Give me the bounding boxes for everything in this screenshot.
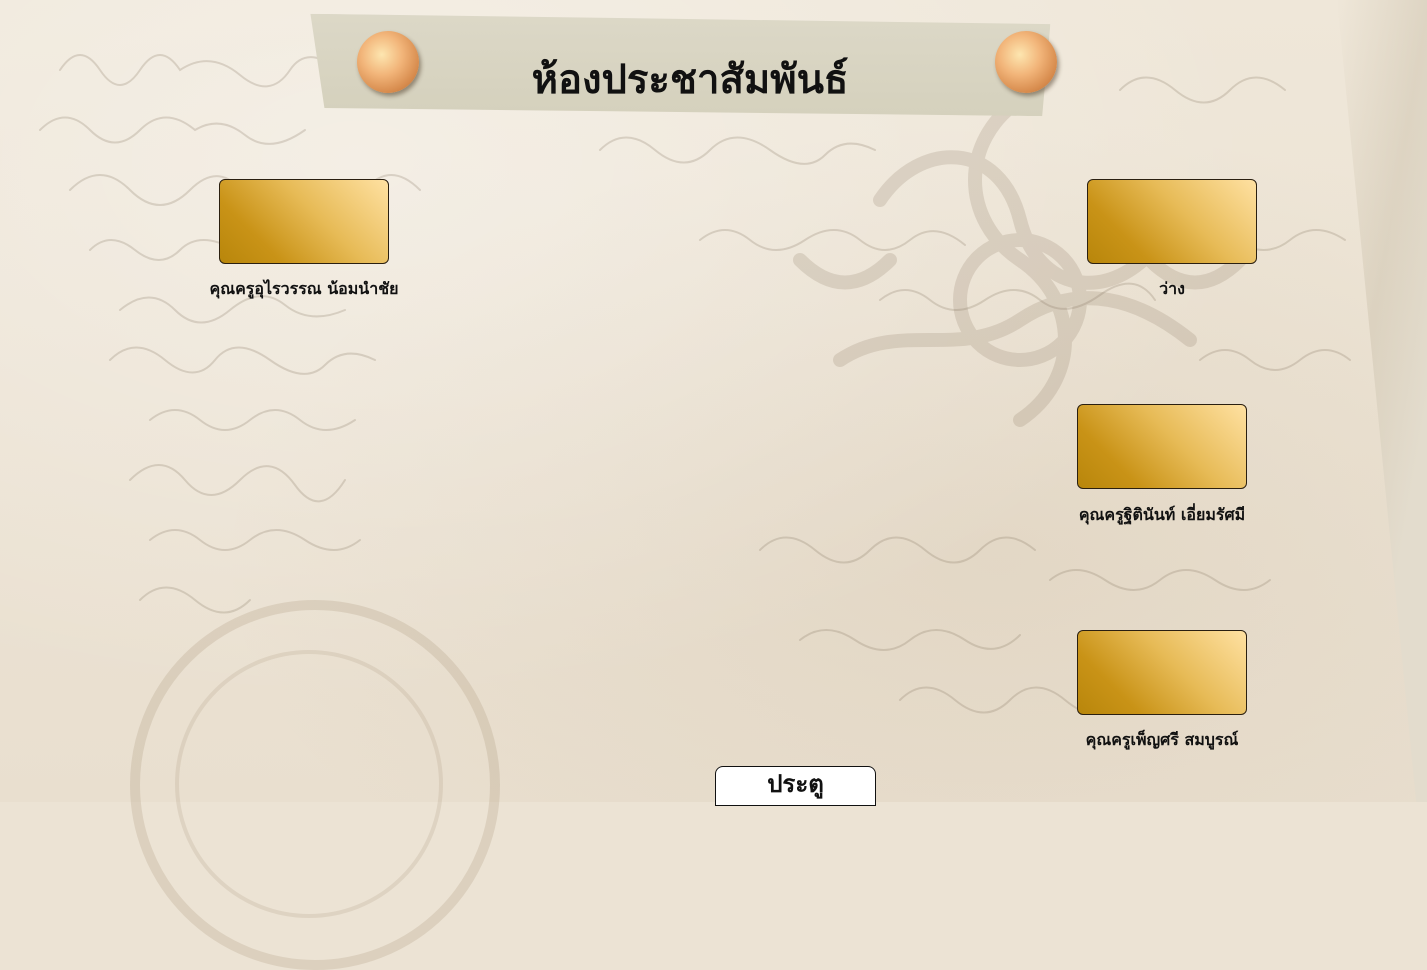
seat-label-3: คุณครูฐิตินันท์ เอี่ยมรัศมี <box>1078 505 1246 524</box>
thumbtack-pin-icon <box>995 31 1057 93</box>
seat-desk-3[interactable] <box>1077 404 1247 489</box>
door-button[interactable]: ประตู <box>715 766 876 806</box>
seat-label-4: คุณครูเพ็ญศรี สมบูรณ์ <box>1085 730 1239 749</box>
seat-desk-4[interactable] <box>1077 630 1247 715</box>
postmark-inner-ring <box>175 650 443 918</box>
seat-label-2: ว่าง <box>1159 279 1185 298</box>
seat-desk-1[interactable] <box>219 179 389 264</box>
page-title: ห้องประชาสัมพันธ์ <box>531 56 849 103</box>
seat-label-1: คุณครูอุไรวรรณ น้อมนำชัย <box>209 279 399 298</box>
thumbtack-pin-icon <box>357 31 419 93</box>
seat-desk-2[interactable] <box>1087 179 1257 264</box>
